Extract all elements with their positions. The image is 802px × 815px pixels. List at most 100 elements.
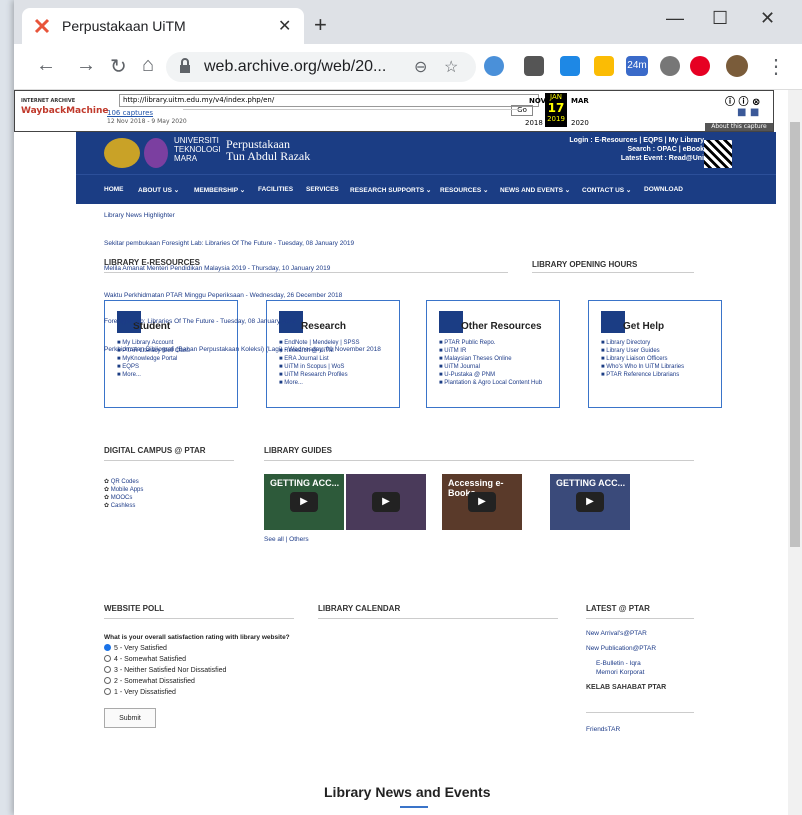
pocket-extension-icon[interactable]	[524, 56, 544, 76]
nav-news[interactable]: NEWS AND EVENTS ⌄	[500, 186, 570, 194]
poll-option[interactable]: 2 - Somewhat Dissatisfied	[104, 676, 290, 687]
card-link[interactable]: Who's Who In UiTM Libraries	[601, 363, 684, 371]
digital-link[interactable]: MOOCs	[104, 494, 143, 502]
diamond-extension-icon[interactable]	[560, 56, 580, 76]
card-link[interactable]: More...	[117, 371, 190, 379]
zoom-icon[interactable]: ⊖	[414, 57, 427, 77]
radio[interactable]	[104, 688, 111, 695]
poll-option[interactable]: 1 - Very Dissatisfied	[104, 687, 290, 698]
news-item[interactable]: Foresight Lab: Libraries Of The Future -…	[104, 318, 296, 325]
video-thumbnail[interactable]: GETTING ACC... ▶	[264, 474, 344, 530]
news-item[interactable]: Melila Amanat Menteri Pendidikan Malaysi…	[104, 265, 330, 272]
card-get-help: Get Help Library Directory Library User …	[588, 300, 722, 408]
address-bar[interactable]: web.archive.org/web/20... ⊖ ☆	[166, 52, 476, 82]
wayback-help-icon[interactable]: ⓘ ⓘ ⊗	[725, 93, 760, 108]
video-thumbnail[interactable]: ▶	[346, 474, 426, 530]
card-link[interactable]: UiTM Journal	[439, 363, 542, 371]
card-link[interactable]: EQPS	[117, 363, 190, 371]
card-link[interactable]: MyKnowledge Portal	[117, 355, 190, 363]
radio[interactable]	[104, 655, 111, 662]
header-links[interactable]: Login : E-Resources | EQPS | My Library S…	[569, 136, 704, 163]
crest-logo	[104, 138, 140, 168]
circle-extension-icon[interactable]	[660, 56, 680, 76]
wayback-logo[interactable]: INTERNET ARCHIVE WaybackMachine	[21, 95, 108, 121]
video-label: GETTING ACC...	[270, 478, 340, 488]
radio[interactable]	[104, 677, 111, 684]
card-link[interactable]: U-Pustaka @ PNM	[439, 371, 542, 379]
nav-research[interactable]: RESEARCH SUPPORTS ⌄	[350, 186, 431, 194]
new-tab-icon[interactable]: +	[314, 12, 327, 38]
nav-services[interactable]: SERVICES	[306, 186, 339, 193]
drive-extension-icon[interactable]	[594, 56, 614, 76]
see-all-link[interactable]: See all | Others	[264, 536, 309, 543]
nav-home[interactable]: HOME	[104, 186, 124, 193]
card-link[interactable]: Plantation & Agro Local Content Hub	[439, 379, 542, 387]
card-link[interactable]: PTAR Public Repo.	[439, 339, 542, 347]
radio[interactable]	[104, 666, 111, 673]
digital-link[interactable]: Cashless	[104, 502, 143, 510]
poll-option[interactable]: 3 - Neither Satisfied Nor Dissatisfied	[104, 665, 290, 676]
forward-icon[interactable]: →	[76, 54, 96, 77]
captures-link[interactable]: 106 captures	[107, 109, 153, 117]
card-link[interactable]: ERA Journal List	[279, 355, 359, 363]
news-item[interactable]: Perkhidmatan Bibliografi (Bahan Perpusta…	[104, 346, 381, 353]
back-icon[interactable]: ←	[36, 54, 56, 77]
poll-option[interactable]: 5 - Very Satisfied	[104, 643, 290, 654]
card-link[interactable]: More...	[279, 379, 359, 387]
divider	[318, 618, 558, 619]
capture-histogram[interactable]	[183, 109, 523, 129]
maximize-icon[interactable]: ☐	[712, 8, 728, 29]
card-link[interactable]: UiTM IR	[439, 347, 542, 355]
nav-resources[interactable]: RESOURCES ⌄	[440, 186, 488, 194]
tab-perpustakaan[interactable]: Perpustakaan UiTM ✕	[22, 8, 304, 44]
scrollbar-thumb[interactable]	[790, 122, 800, 547]
card-link[interactable]: PTAR Reference Librarians	[601, 371, 684, 379]
tab-close-icon[interactable]: ✕	[278, 16, 291, 36]
news-item[interactable]: Waktu Perkhidmatan PTAR Minggu Peperiksa…	[104, 292, 342, 299]
nav-membership[interactable]: MEMBERSHIP ⌄	[194, 186, 245, 194]
card-link[interactable]: Library Directory	[601, 339, 684, 347]
video-thumbnail[interactable]: GETTING ACC... ▶	[550, 474, 630, 530]
wayback-url-input[interactable]: http://library.uitm.edu.my/v4/index.php/…	[119, 94, 539, 107]
nav-download[interactable]: DOWNLOAD	[644, 186, 683, 193]
nav-about[interactable]: ABOUT US ⌄	[138, 186, 179, 194]
digital-campus-list: QR Codes Mobile Apps MOOCs Cashless	[104, 478, 144, 510]
about-capture-link[interactable]: About this capture	[705, 123, 773, 131]
poll-submit-button[interactable]: Submit	[104, 708, 156, 728]
digital-link[interactable]: Mobile Apps	[104, 486, 144, 494]
history-extension-icon[interactable]	[484, 56, 504, 76]
month-next[interactable]: MAR	[571, 97, 589, 105]
card-links: PTAR Public Repo. UiTM IR Malaysian Thes…	[439, 339, 542, 387]
radio-selected[interactable]	[104, 644, 111, 651]
facebook-icon[interactable]: ■ ■	[737, 107, 759, 118]
news-item[interactable]: Sekitar pembukaan Foresight Lab: Librari…	[104, 240, 354, 247]
close-window-icon[interactable]: ✕	[760, 8, 775, 29]
timer-extension-icon[interactable]: 24m	[626, 56, 648, 76]
latest-link[interactable]: New Arrival's@PTAR	[586, 630, 647, 637]
star-icon[interactable]: ☆	[444, 57, 458, 77]
card-link[interactable]: UiTM in Scopus | WoS	[279, 363, 359, 371]
video-thumbnail[interactable]: Accessing e-Books ▶	[442, 474, 522, 530]
nav-contact[interactable]: CONTACT US ⌄	[582, 186, 631, 194]
latest-link[interactable]: E-Bulletin - Iqra	[596, 660, 641, 667]
nav-facilities[interactable]: FACILITIES	[258, 186, 293, 193]
pinterest-icon[interactable]	[690, 56, 710, 76]
month-prev[interactable]: NOV	[529, 97, 546, 105]
vertical-scrollbar[interactable]	[788, 90, 802, 815]
minimize-icon[interactable]: —	[666, 8, 684, 29]
browser-window: Perpustakaan UiTM ✕ + — ☐ ✕ ← → ↻ ⌂ web.…	[14, 0, 802, 815]
card-link[interactable]: UiTM Research Profiles	[279, 371, 359, 379]
latest-link[interactable]: New Publication@PTAR	[586, 645, 656, 652]
card-link[interactable]: Library User Guides	[601, 347, 684, 355]
friends-link[interactable]: FriendsTAR	[586, 726, 620, 733]
poll-option[interactable]: 4 - Somewhat Satisfied	[104, 654, 290, 665]
reload-icon[interactable]: ↻	[110, 54, 127, 79]
menu-kebab-icon[interactable]: ⋮	[766, 54, 786, 79]
card-link[interactable]: Library Liaison Officers	[601, 355, 684, 363]
card-link[interactable]: Malaysian Theses Online	[439, 355, 542, 363]
opening-hours-heading: LIBRARY OPENING HOURS	[532, 260, 638, 269]
digital-link[interactable]: QR Codes	[104, 478, 143, 486]
home-icon[interactable]: ⌂	[142, 54, 154, 77]
latest-link[interactable]: Memori Korporat	[596, 669, 644, 676]
profile-avatar[interactable]	[726, 55, 748, 77]
